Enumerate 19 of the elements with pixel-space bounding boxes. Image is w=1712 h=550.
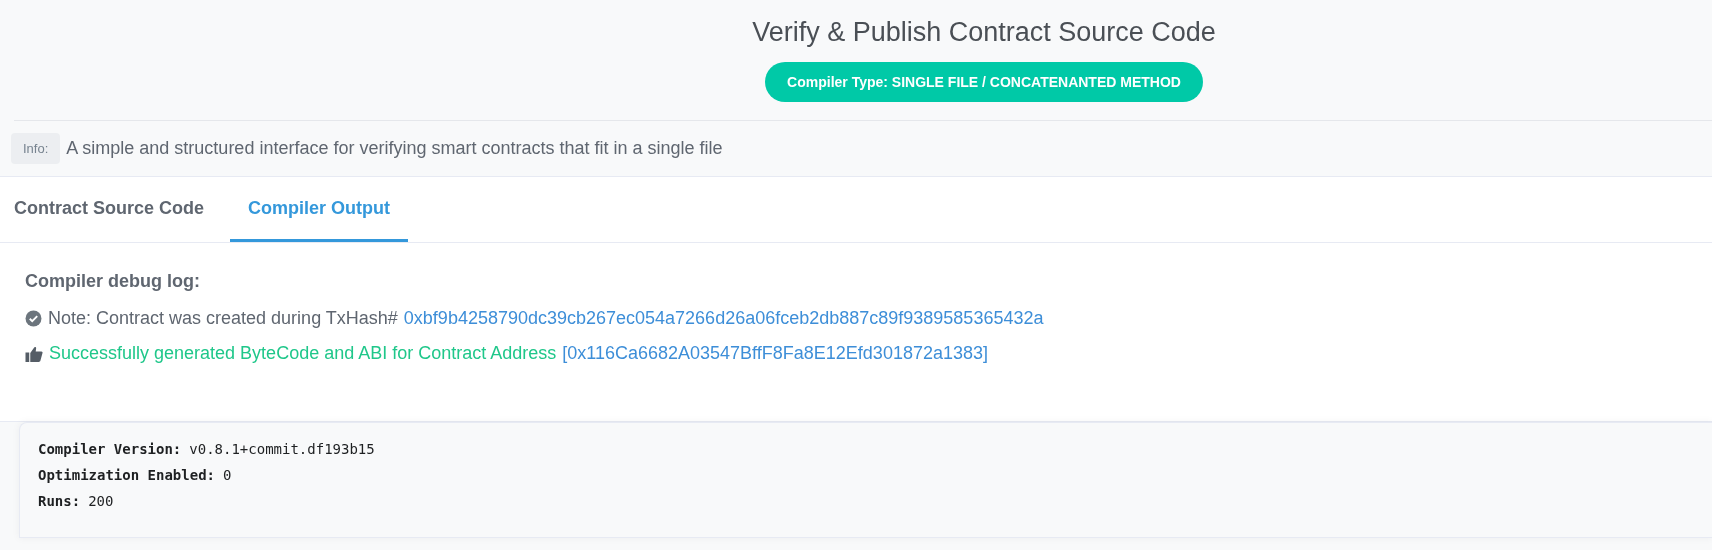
detail-label: Runs: xyxy=(38,493,81,509)
info-text: A simple and structured interface for verifying smart contracts that fit in a single file xyxy=(66,138,723,159)
log-title: Compiler debug log: xyxy=(25,271,201,292)
check-circle-icon xyxy=(25,310,42,327)
tab[interactable]: Compiler Output xyxy=(230,177,409,242)
detail-value: 200 xyxy=(88,493,114,509)
note-text: Note: Contract was created during TxHash# xyxy=(48,308,398,329)
info-tag: Info: xyxy=(11,133,61,164)
contract-address-link[interactable]: [0x116Ca6682A03547BffF8Fa8E12Efd301872a1383] xyxy=(562,343,988,364)
detail-value: v0.8.1+commit.df193b15 xyxy=(189,441,375,457)
page-title: Verify & Publish Contract Source Code xyxy=(752,17,1216,48)
detail-label: Compiler Version: xyxy=(38,441,182,457)
success-text: Successfully generated ByteCode and ABI for Contract Address xyxy=(49,343,557,364)
detail-value: 0 xyxy=(223,467,232,483)
thumbs-up-icon xyxy=(25,345,43,362)
compiler-type-badge: Compiler Type: SINGLE FILE / CONCATENANTED METHOD xyxy=(765,62,1203,102)
tab[interactable]: Contract Source Code xyxy=(0,177,219,242)
txhash-link[interactable]: 0xbf9b4258790dc39cb267ec054a7266d26a06fceb2db887c89f9389585365432a xyxy=(403,308,1044,329)
detail-label: Optimization Enabled: xyxy=(38,467,215,483)
